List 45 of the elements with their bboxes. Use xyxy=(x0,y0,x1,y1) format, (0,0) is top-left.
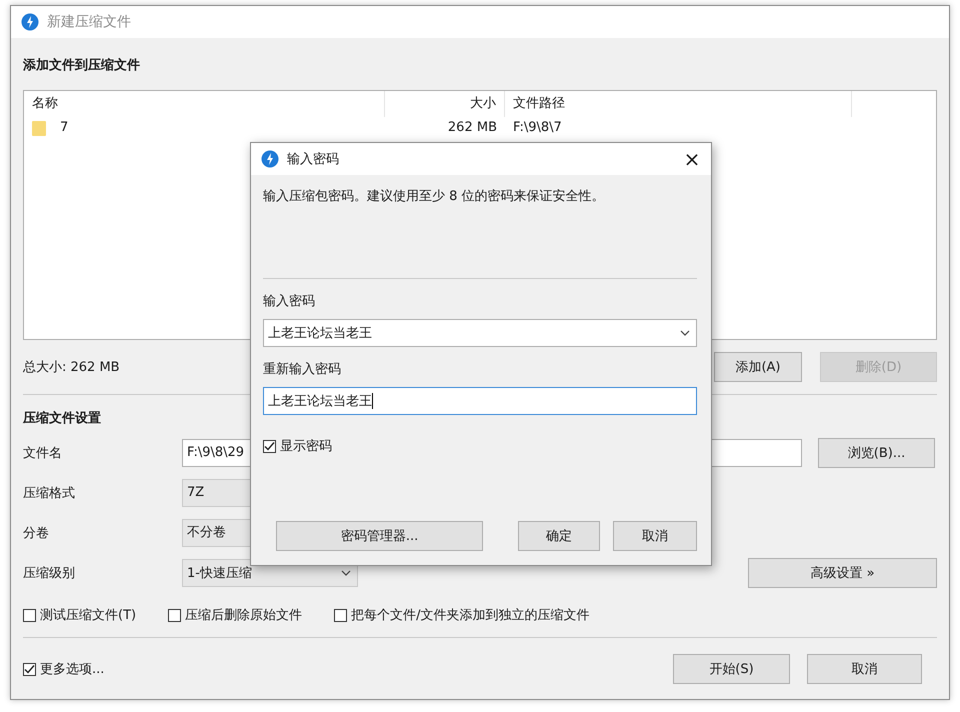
dialog-description: 输入压缩包密码。建议使用至少 8 位的密码来保证安全性。 xyxy=(263,188,606,206)
table-cell-text: 262 MB xyxy=(446,119,498,137)
chevron-down-icon xyxy=(680,330,690,336)
field-label: 压缩格式 xyxy=(23,485,76,502)
checkbox[interactable] xyxy=(168,608,182,622)
chevron-down-icon xyxy=(341,570,351,576)
start-button[interactable]: 开始(S) xyxy=(673,654,790,684)
file-name: 7 xyxy=(59,119,70,137)
checkbox[interactable] xyxy=(263,440,276,452)
field-label: 输入密码 xyxy=(263,293,316,311)
column-header[interactable]: 大小 xyxy=(385,91,505,117)
repeat-password-field[interactable]: 上老王论坛当老王 xyxy=(263,387,697,415)
table-cell-text: F:\9\8\7 xyxy=(512,119,563,137)
cancel-button[interactable]: 取消 xyxy=(613,521,698,551)
more-options-checkbox-label[interactable]: 更多选项... xyxy=(23,660,104,678)
field-label: 重新输入密码 xyxy=(263,361,342,379)
advanced-settings-button[interactable]: 高级设置 » xyxy=(748,558,937,588)
checkbox[interactable] xyxy=(23,662,36,676)
password-manager-button[interactable]: 密码管理器... xyxy=(276,521,484,551)
window-title: 新建压缩文件 xyxy=(47,13,131,31)
dialog-title: 输入密码 xyxy=(287,151,340,168)
browse-button[interactable]: 浏览(B)... xyxy=(818,438,935,468)
column-header[interactable]: 文件路径 xyxy=(505,91,852,117)
column-header[interactable]: 名称 xyxy=(24,91,385,117)
total-size: 总大小: 262 MB xyxy=(23,359,120,376)
app-logo-icon xyxy=(21,13,39,31)
app-logo-icon xyxy=(261,150,279,168)
password-combo-field[interactable]: 上老王论坛当老王 xyxy=(263,319,697,347)
option-checkbox-label[interactable]: 压缩后删除原始文件 xyxy=(168,606,302,624)
field-label: 压缩级别 xyxy=(23,565,76,582)
cancel-button[interactable]: 取消 xyxy=(807,654,922,684)
option-checkbox-label[interactable]: 把每个文件/文件夹添加到独立的压缩文件 xyxy=(334,606,590,624)
ok-button[interactable]: 确定 xyxy=(518,521,600,551)
add-button[interactable]: 添加(A) xyxy=(714,352,802,382)
show-password-checkbox-label[interactable]: 显示密码 xyxy=(263,437,697,455)
checkbox[interactable] xyxy=(23,608,36,622)
section-heading: 压缩文件设置 xyxy=(23,411,102,427)
section-heading: 添加文件到压缩文件 xyxy=(23,58,141,74)
file-name-cell[interactable]: 7 xyxy=(24,117,385,139)
field-label: 分卷 xyxy=(23,525,50,542)
checkbox[interactable] xyxy=(334,608,348,622)
field-label: 文件名 xyxy=(23,445,63,462)
folder-icon xyxy=(32,120,46,136)
option-checkbox-label[interactable]: 测试压缩文件(T) xyxy=(23,606,136,624)
close-button[interactable]: × xyxy=(677,144,707,174)
